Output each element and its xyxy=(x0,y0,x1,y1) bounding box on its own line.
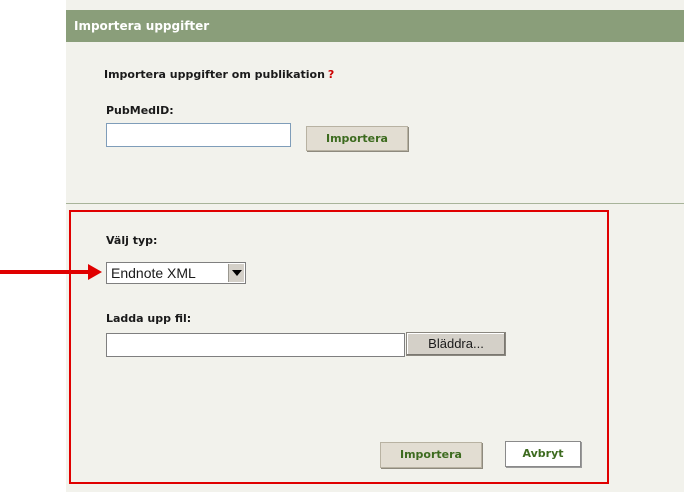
help-icon[interactable]: ? xyxy=(328,68,334,81)
file-import-button[interactable]: Importera xyxy=(380,442,482,468)
chevron-down-icon[interactable] xyxy=(228,264,244,282)
file-path-input[interactable] xyxy=(106,333,405,357)
panel-header-title: Importera uppgifter xyxy=(66,10,684,42)
pubmed-section-title: Importera uppgifter om publikation? xyxy=(104,68,334,81)
type-select-value: Endnote XML xyxy=(111,265,196,281)
upload-label: Ladda upp fil: xyxy=(106,312,192,325)
type-select[interactable]: Endnote XML xyxy=(106,262,246,284)
section-divider xyxy=(66,203,684,204)
browse-button[interactable]: Bläddra... xyxy=(406,332,506,356)
annotation-arrow-line xyxy=(0,270,90,274)
pubmed-id-input[interactable] xyxy=(106,123,291,147)
pubmed-label: PubMedID: xyxy=(106,104,174,117)
type-label: Välj typ: xyxy=(106,234,158,247)
annotation-arrow-icon xyxy=(88,264,102,280)
pubmed-import-button[interactable]: Importera xyxy=(306,126,408,151)
pubmed-section-title-text: Importera uppgifter om publikation xyxy=(104,68,325,81)
cancel-button[interactable]: Avbryt xyxy=(505,441,581,467)
